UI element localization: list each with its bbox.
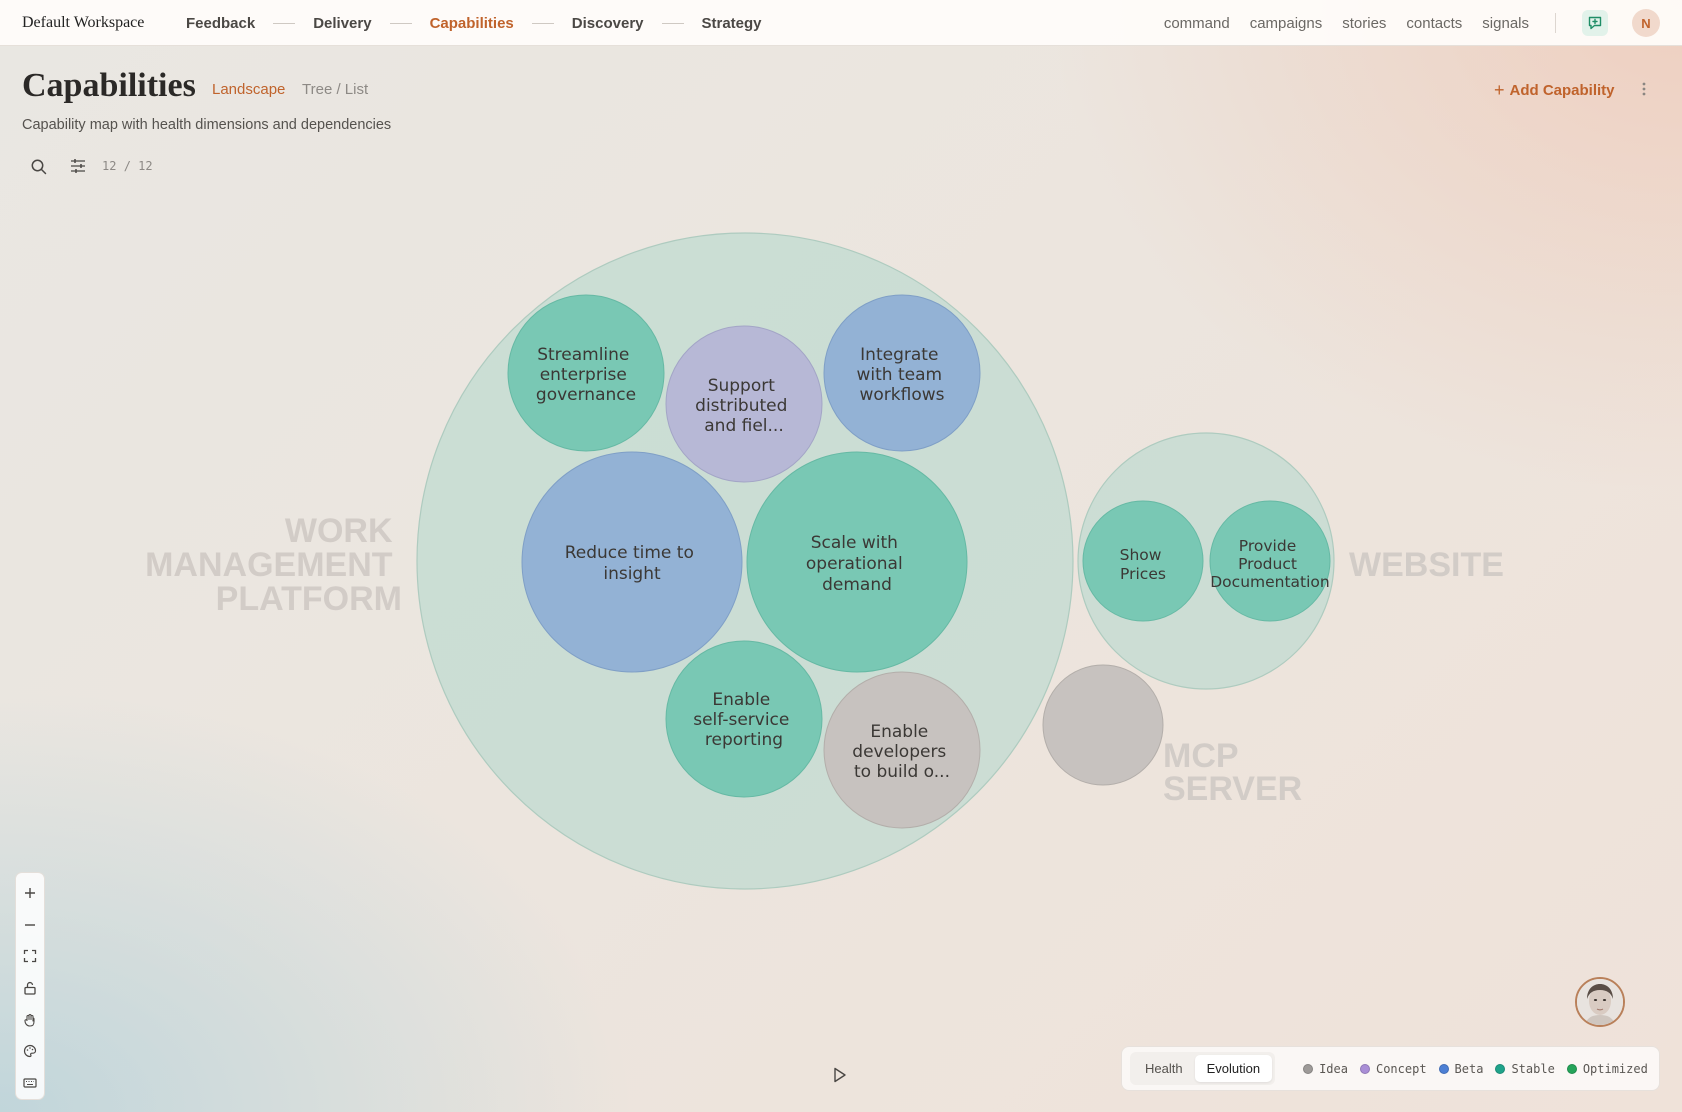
legend-dot: [1495, 1063, 1506, 1074]
cluster-label-line: WORK: [285, 512, 393, 550]
plus-icon: [25, 887, 35, 898]
capability-bubble[interactable]: Scale with operational demand: [746, 451, 968, 673]
bubble-label-line: Streamline: [537, 345, 629, 365]
legend-dot: [1566, 1063, 1577, 1074]
capability-bubble-mcp-server[interactable]: [1042, 664, 1164, 786]
legend-label: Stable: [1511, 1061, 1555, 1076]
capability-bubble[interactable]: Enable developers to build o...: [823, 671, 981, 829]
zoom-in-button[interactable]: [15, 877, 45, 909]
legend-item-stable: Stable: [1495, 1061, 1555, 1076]
bubble-label-line: Show: [1120, 546, 1162, 564]
cluster-label-work-management-platform: WORK MANAGEMENT PLATFORM: [145, 512, 402, 618]
legend-label: Optimized: [1582, 1061, 1648, 1076]
bubble-label-line: governance: [536, 385, 636, 405]
bubble-label-line: workflows: [859, 385, 944, 405]
minus-icon: [25, 923, 35, 926]
pan-button[interactable]: [15, 1004, 45, 1036]
capability-bubble[interactable]: Integrate with team workflows: [823, 294, 981, 452]
legend-panel: Health Evolution Idea Concept Beta Stabl…: [1121, 1046, 1660, 1091]
palette-icon: [23, 1045, 37, 1058]
fullscreen-icon: [23, 950, 37, 963]
cluster-label-line: MANAGEMENT: [145, 546, 393, 584]
bubble-label-line: and fiel...: [704, 416, 784, 436]
capability-bubble[interactable]: Show Prices: [1082, 500, 1204, 622]
cluster-label-website: WEBSITE: [1349, 546, 1504, 584]
play-icon: [834, 1067, 846, 1083]
cluster-label-line: PLATFORM: [216, 580, 402, 618]
play-button[interactable]: [832, 1066, 848, 1084]
bubble-label-line: developers: [852, 742, 946, 762]
bubble-label-line: operational: [806, 554, 903, 574]
hand-icon: [24, 1013, 35, 1027]
bubble-label-line: insight: [603, 564, 661, 584]
bubble-label-line: Enable: [870, 722, 928, 742]
bubble-label-line: Reduce time to: [565, 543, 694, 563]
mode-health-button[interactable]: Health: [1133, 1055, 1195, 1082]
canvas-toolbar: [15, 872, 45, 1100]
capability-bubble[interactable]: Streamline enterprise governance: [507, 294, 665, 452]
fit-view-button[interactable]: [15, 940, 45, 972]
capability-bubble[interactable]: Support distributed and fiel...: [665, 325, 823, 483]
bubble-label-line: Product: [1238, 555, 1297, 573]
bubble-label: Show Prices: [1120, 546, 1167, 583]
mode-evolution-button[interactable]: Evolution: [1194, 1055, 1273, 1082]
cluster-label-line: SERVER: [1163, 770, 1302, 808]
capability-landscape-map[interactable]: WORK MANAGEMENT PLATFORM WEBSITE MCP SER…: [0, 0, 1682, 1112]
capability-bubble[interactable]: Provide Product Documentation: [1209, 500, 1331, 622]
legend-item-concept: Concept: [1359, 1061, 1427, 1076]
bubble-label-line: Integrate: [860, 345, 938, 365]
cluster-label-line: WEBSITE: [1349, 546, 1504, 584]
bubble-label-line: demand: [822, 575, 892, 595]
view-mode-toggle: Health Evolution: [1130, 1052, 1276, 1085]
bubble-label-line: with team: [857, 365, 943, 385]
legend-dot: [1303, 1063, 1314, 1074]
bubble-label-line: Provide: [1239, 537, 1296, 555]
assistant-portrait-icon: [1577, 979, 1623, 1025]
bubble-label-line: Scale with: [811, 533, 898, 553]
bubble-label: Streamline enterprise governance: [536, 345, 636, 405]
legend-dot: [1359, 1063, 1370, 1074]
bubble-label-line: Documentation: [1210, 573, 1330, 591]
bubble-label-line: reporting: [705, 730, 783, 750]
legend-item-optimized: Optimized: [1566, 1061, 1648, 1076]
legend-label: Concept: [1375, 1061, 1427, 1076]
zoom-out-button[interactable]: [15, 909, 45, 941]
bubble-label-line: distributed: [695, 396, 787, 416]
keyboard-icon: [23, 1078, 37, 1088]
theme-button[interactable]: [15, 1036, 45, 1068]
legend-label: Idea: [1319, 1061, 1348, 1076]
bubble-label-line: Enable: [712, 690, 770, 710]
legend-dot: [1438, 1063, 1449, 1074]
legend-label: Beta: [1454, 1061, 1484, 1076]
legend-item-idea: Idea: [1303, 1062, 1348, 1076]
bubble-label: Support distributed and fiel...: [695, 376, 793, 436]
bubble-label-line: Prices: [1120, 565, 1166, 583]
keyboard-shortcuts-button[interactable]: [15, 1067, 45, 1099]
lock-button[interactable]: [15, 972, 45, 1004]
unlock-icon: [24, 981, 36, 995]
capability-bubble[interactable]: Reduce time to insight: [521, 451, 743, 673]
bubble-label-line: self-service: [693, 710, 789, 730]
bubble-label: Integrate with team workflows: [857, 345, 948, 405]
bubble-label-line: Support: [708, 376, 776, 396]
bubble-label-line: enterprise: [540, 365, 627, 385]
capability-bubble[interactable]: Enable self-service reporting: [665, 640, 823, 798]
legend-item-beta: Beta: [1438, 1061, 1484, 1076]
cluster-label-mcp-server: MCP SERVER: [1163, 737, 1302, 808]
assistant-avatar[interactable]: [1575, 977, 1625, 1027]
bubble-label-line: to build o...: [854, 762, 950, 782]
